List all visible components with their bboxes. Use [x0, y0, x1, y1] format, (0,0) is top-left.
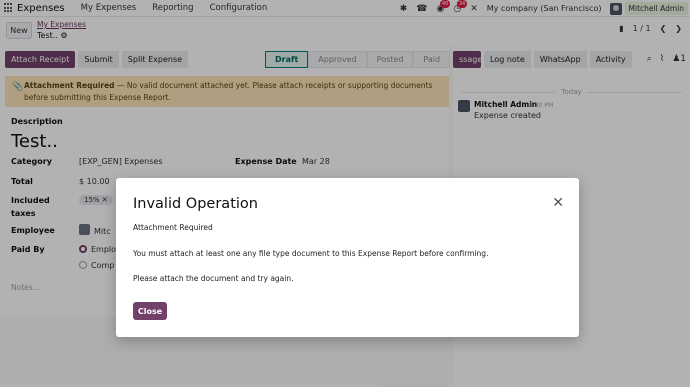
- close-button[interactable]: Close: [133, 302, 167, 320]
- dialog-subtitle: Attachment Required: [133, 223, 213, 232]
- close-icon[interactable]: ✕: [552, 196, 564, 210]
- dialog-title: Invalid Operation: [133, 196, 258, 212]
- dialog-message: You must attach at least one any file ty…: [133, 249, 489, 258]
- invalid-operation-dialog: Invalid Operation ✕ Attachment Required …: [116, 178, 579, 337]
- dialog-instruction: Please attach the document and try again…: [133, 274, 294, 283]
